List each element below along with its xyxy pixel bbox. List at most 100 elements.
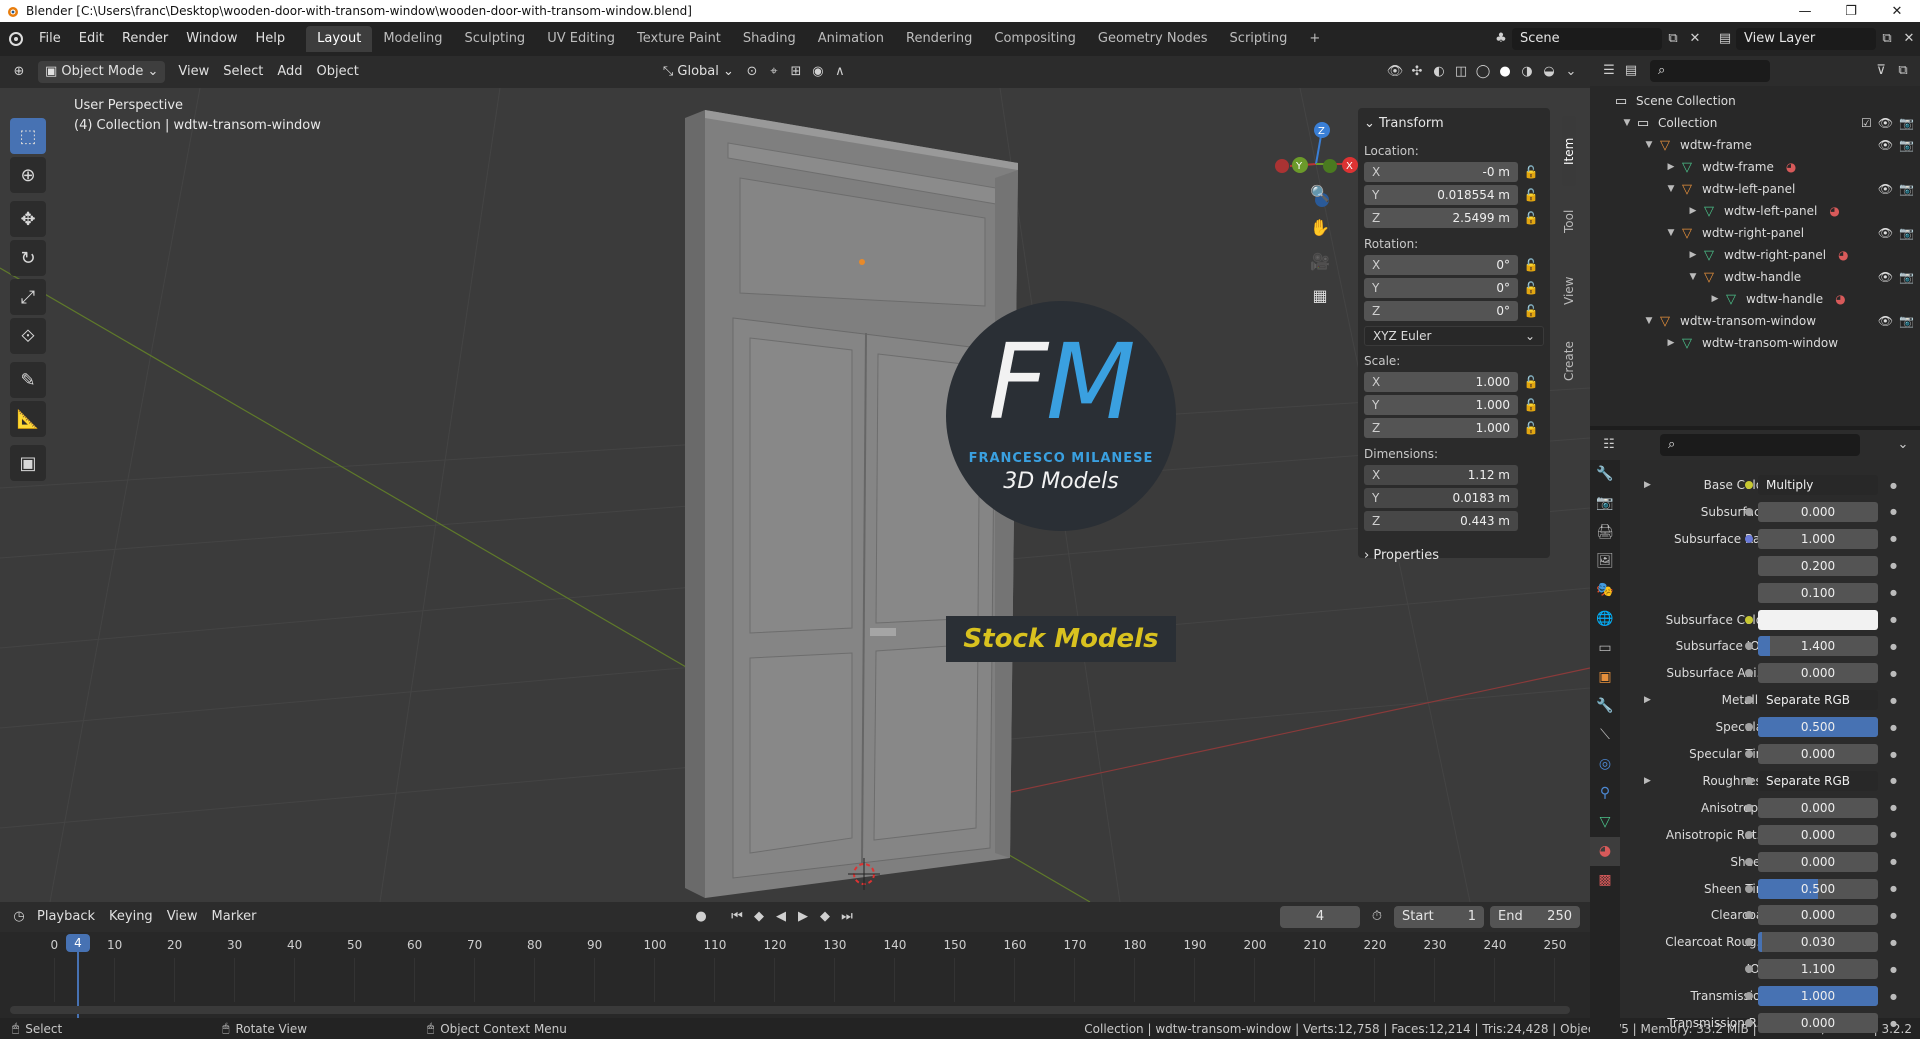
- outliner-search-input[interactable]: ⌕: [1650, 60, 1770, 82]
- lock-icon[interactable]: 🔓: [1518, 375, 1544, 389]
- delete-view-layer-icon[interactable]: ✕: [1898, 28, 1920, 50]
- scale-tool-icon[interactable]: ⤢: [10, 279, 46, 315]
- keyframe-dot-icon[interactable]: ●: [1890, 911, 1897, 920]
- falloff-icon[interactable]: ∧: [829, 61, 851, 83]
- expand-right-icon[interactable]: ▶: [1644, 695, 1651, 705]
- tab-compositing[interactable]: Compositing: [983, 26, 1087, 52]
- timeline-scrollbar[interactable]: [10, 1006, 1570, 1014]
- eye-icon[interactable]: 👁: [1878, 182, 1893, 196]
- dimensions-y-field[interactable]: Y 0.0183 m: [1364, 488, 1518, 508]
- outliner-row[interactable]: ▼ ▽ wdtw-transom-window 👁 📷: [1590, 310, 1920, 332]
- camera-view-icon[interactable]: 🎥: [1306, 248, 1334, 276]
- expand-right-icon[interactable]: ▶: [1686, 206, 1700, 216]
- properties-options-icon[interactable]: ⌄: [1892, 434, 1914, 456]
- socket-dot-icon[interactable]: [1745, 534, 1753, 543]
- property-value-field[interactable]: 0.000: [1758, 663, 1878, 684]
- view-layer-field[interactable]: View Layer: [1736, 28, 1876, 50]
- material-tab-icon[interactable]: ◕: [1590, 837, 1620, 866]
- transform-tool-icon[interactable]: ⟐: [10, 318, 46, 354]
- tab-shading[interactable]: Shading: [732, 26, 807, 52]
- expand-right-icon[interactable]: ▶: [1664, 162, 1678, 172]
- sidebar-tab-view[interactable]: View: [1562, 256, 1576, 326]
- modifier-tab-icon[interactable]: 🔧: [1590, 692, 1620, 721]
- socket-dot-icon[interactable]: [1745, 884, 1753, 893]
- tab-geometry-nodes[interactable]: Geometry Nodes: [1087, 26, 1219, 52]
- render-camera-icon[interactable]: 📷: [1899, 314, 1914, 328]
- lock-icon[interactable]: 🔓: [1518, 421, 1544, 435]
- property-value-field[interactable]: 0.200: [1758, 555, 1878, 576]
- socket-dot-icon[interactable]: [1745, 481, 1753, 489]
- expand-right-icon[interactable]: ▶: [1664, 338, 1678, 348]
- sidebar-tab-create[interactable]: Create: [1562, 326, 1576, 396]
- display-mode-icon[interactable]: ▤: [1620, 60, 1642, 82]
- tab-layout[interactable]: Layout: [306, 26, 373, 52]
- next-keyframe-icon[interactable]: ◆: [814, 906, 836, 928]
- render-camera-icon[interactable]: 📷: [1899, 116, 1914, 130]
- viewport-menu-select[interactable]: Select: [216, 61, 270, 83]
- property-value-field[interactable]: 0.000: [1758, 824, 1878, 845]
- jump-end-icon[interactable]: ⏭: [836, 906, 858, 928]
- menu-file[interactable]: File: [30, 22, 70, 56]
- object-tab-icon[interactable]: ▣: [1590, 663, 1620, 692]
- scale-z-field[interactable]: Z 1.000: [1364, 418, 1518, 438]
- scene-tab-icon[interactable]: 🎭: [1590, 576, 1620, 605]
- outliner-row[interactable]: ▼ ▽ wdtw-handle 👁 📷: [1590, 266, 1920, 288]
- location-z-field[interactable]: Z 2.5499 m: [1364, 208, 1518, 228]
- keyframe-dot-icon[interactable]: ●: [1890, 750, 1897, 759]
- zoom-icon[interactable]: 🔍: [1306, 180, 1334, 208]
- property-value-field[interactable]: 0.500: [1758, 878, 1878, 899]
- property-value-field[interactable]: 1.000: [1758, 986, 1878, 1007]
- visibility-icon[interactable]: 👁: [1384, 61, 1406, 83]
- keyframe-dot-icon[interactable]: ●: [1890, 615, 1897, 624]
- scene-icon[interactable]: ♣: [1490, 28, 1512, 50]
- tab-sculpting[interactable]: Sculpting: [453, 26, 536, 52]
- outliner-row[interactable]: ▼ ▽ wdtw-left-panel 👁 📷: [1590, 178, 1920, 200]
- property-value-field[interactable]: 0.500: [1758, 717, 1878, 738]
- solid-shading-icon[interactable]: ●: [1494, 61, 1516, 83]
- outliner-row[interactable]: ▶ ▽ wdtw-handle ◕: [1590, 288, 1920, 310]
- proportional-icon[interactable]: ◉: [807, 61, 829, 83]
- tool-tab-icon[interactable]: 🔧: [1590, 460, 1620, 489]
- socket-dot-icon[interactable]: [1745, 830, 1753, 839]
- exclude-checkbox-icon[interactable]: ☑: [1861, 116, 1872, 130]
- properties-editor-icon[interactable]: ☷: [1598, 434, 1620, 456]
- eye-icon[interactable]: 👁: [1878, 138, 1893, 152]
- rotation-y-field[interactable]: Y 0°: [1364, 278, 1518, 298]
- property-value-field[interactable]: 1.100: [1758, 959, 1878, 980]
- tab-scripting[interactable]: Scripting: [1219, 26, 1299, 52]
- property-value-field[interactable]: Separate RGB: [1758, 690, 1878, 711]
- tab-texture-paint[interactable]: Texture Paint: [626, 26, 732, 52]
- 3d-viewport[interactable]: Z X Y User Perspective (4) Collection | …: [0, 88, 1590, 902]
- lock-icon[interactable]: 🔓: [1518, 188, 1544, 202]
- socket-dot-icon[interactable]: [1745, 803, 1753, 812]
- tab-modeling[interactable]: Modeling: [372, 26, 453, 52]
- rendered-shading-icon[interactable]: ◒: [1538, 61, 1560, 83]
- pan-hand-icon[interactable]: ✋: [1306, 214, 1334, 242]
- snap-target-icon[interactable]: ⊞: [785, 61, 807, 83]
- mode-dropdown[interactable]: ▣ Object Mode ⌄: [38, 61, 166, 83]
- keyframe-dot-icon[interactable]: ●: [1890, 696, 1897, 705]
- socket-dot-icon[interactable]: [1745, 750, 1753, 758]
- property-value-field[interactable]: 0.000: [1758, 501, 1878, 522]
- rotation-z-field[interactable]: Z 0°: [1364, 301, 1518, 321]
- keyframe-dot-icon[interactable]: ●: [1890, 534, 1897, 543]
- scale-x-field[interactable]: X 1.000: [1364, 372, 1518, 392]
- eye-icon[interactable]: 👁: [1878, 226, 1893, 240]
- render-camera-icon[interactable]: 📷: [1899, 270, 1914, 284]
- outliner-row[interactable]: ▼ ▭ Collection ☑ 👁 📷: [1590, 112, 1920, 134]
- outliner-editor-icon[interactable]: ☰: [1598, 60, 1620, 82]
- record-icon[interactable]: ●: [690, 906, 712, 928]
- property-value-field[interactable]: 1.000: [1758, 528, 1878, 549]
- outliner-row[interactable]: ▶ ▽ wdtw-right-panel ◕: [1590, 244, 1920, 266]
- timeline-menu-view[interactable]: View: [160, 906, 205, 928]
- keyframe-dot-icon[interactable]: ●: [1890, 1019, 1897, 1028]
- new-scene-icon[interactable]: ⧉: [1662, 28, 1684, 50]
- current-frame-field[interactable]: 4: [1280, 906, 1360, 928]
- overlay-icon[interactable]: ◐: [1428, 61, 1450, 83]
- keyframe-dot-icon[interactable]: ●: [1890, 481, 1897, 490]
- prev-keyframe-icon[interactable]: ◆: [748, 906, 770, 928]
- maximize-button[interactable]: ❐: [1828, 4, 1874, 19]
- properties-search-input[interactable]: ⌕: [1660, 434, 1860, 456]
- move-tool-icon[interactable]: ✥: [10, 201, 46, 237]
- keyframe-dot-icon[interactable]: ●: [1890, 992, 1897, 1001]
